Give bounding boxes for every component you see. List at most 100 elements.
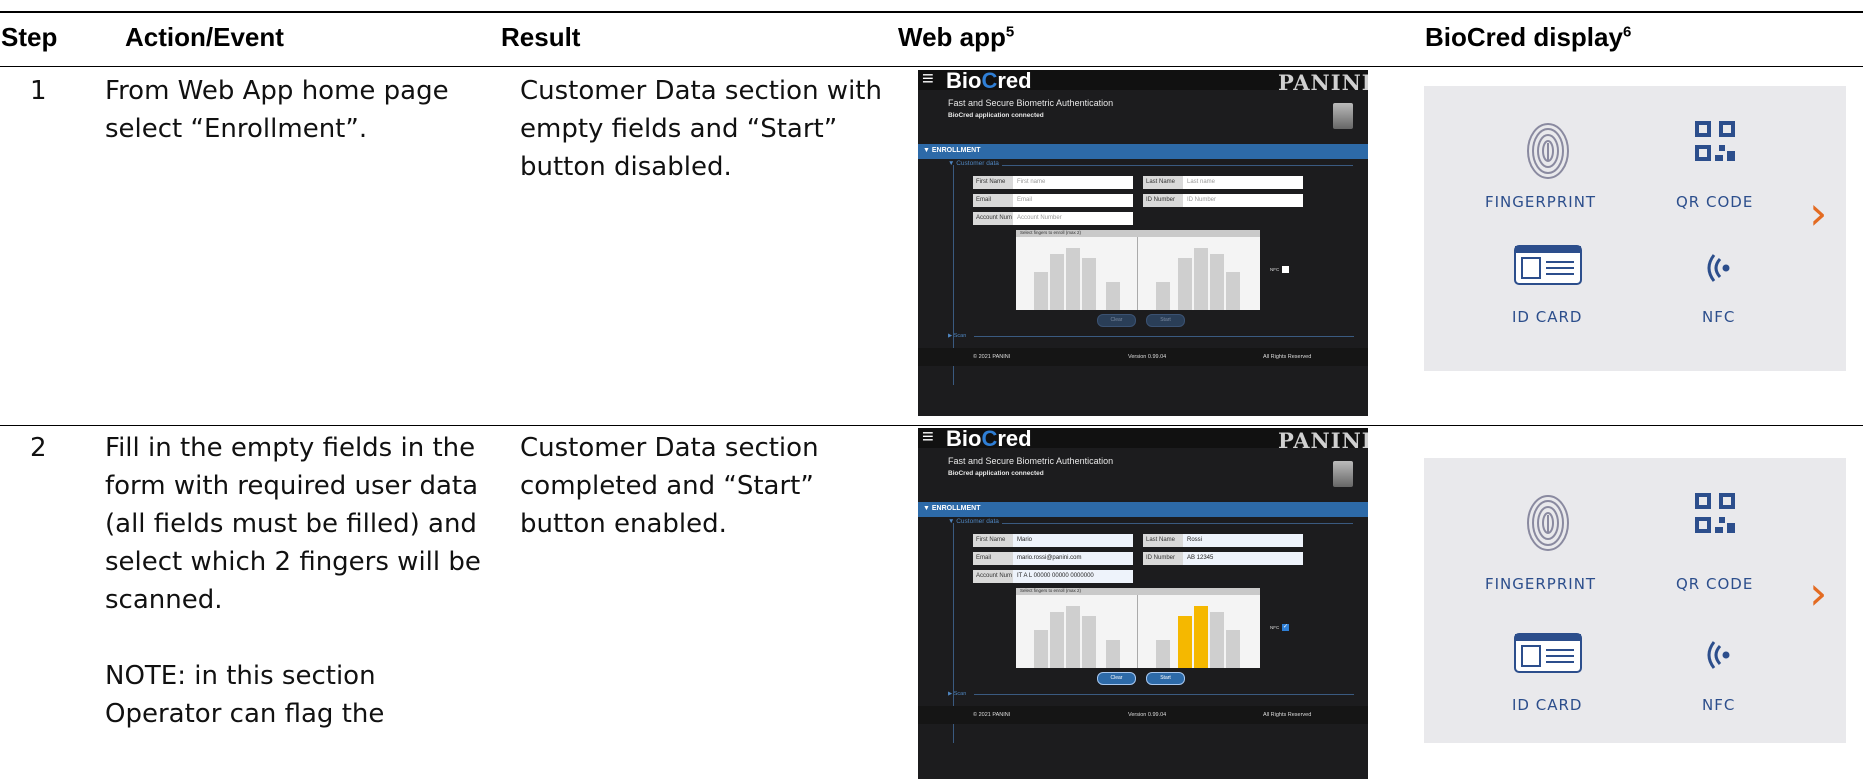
row1-result-line: empty fields and “Start” [520, 114, 838, 144]
header-display-label: BioCred display [1425, 22, 1623, 52]
header-webapp-label: Web app [898, 22, 1006, 52]
fingerprint-icon [1527, 123, 1569, 179]
field-value: IT A L 00000 00000 0000000 [1017, 573, 1094, 579]
field-label: First Name [973, 176, 1013, 189]
finger-bar [1034, 272, 1048, 310]
finger-bar [1156, 282, 1170, 310]
field-label: Email [973, 194, 1013, 207]
finger-bar [1210, 254, 1224, 310]
row2-action-line: form with required user data [105, 471, 479, 501]
account-number-field: Account Num Account Number [973, 212, 1133, 225]
finger-bar [1178, 258, 1192, 310]
email-field: Email Email [973, 194, 1133, 207]
field-value: Account Number [1017, 215, 1062, 221]
row1-action-line: select “Enrollment”. [105, 114, 368, 144]
webapp-footer: © 2021 PANINI Version 0.99.04 All Rights… [918, 706, 1368, 724]
brand-part: Bio [946, 70, 982, 93]
finger-bar [1156, 640, 1170, 668]
clear-button: Clear [1097, 314, 1136, 327]
hand-separator [1137, 595, 1138, 668]
nfc-checkbox-checked: ✓ [1282, 624, 1289, 631]
id-card-label: ID CARD [1512, 696, 1583, 714]
row1-action: From Web App home page select “Enrollmen… [105, 72, 449, 148]
row2-step: 2 [30, 433, 47, 463]
nfc-checkbox [1282, 266, 1289, 273]
biocred-logo: BioCred [946, 428, 1032, 452]
finger-bar [1082, 258, 1096, 310]
footer-rights: All Rights Reserved [1263, 712, 1312, 718]
connection-status: BioCred application connected [948, 112, 1044, 119]
webapp-screenshot-empty: ≡ BioCred PANINI Fast and Secure Biometr… [918, 70, 1368, 416]
field-value: Mario [1017, 537, 1033, 543]
row2-result-line: button enabled. [520, 509, 727, 539]
finger-bar [1050, 612, 1064, 668]
finger-bar [1066, 248, 1080, 310]
brand-part: Bio [946, 428, 982, 451]
section-rule [953, 523, 1353, 524]
first-name-field: First Name Mario [973, 534, 1133, 547]
finger-selector: Select fingers to enroll (max 2) [1016, 588, 1260, 668]
panini-logo: PANINI [1278, 428, 1368, 453]
row1-result-line: button disabled. [520, 152, 732, 182]
start-button: Start [1146, 672, 1185, 685]
row1-result: Customer Data section with empty fields … [520, 72, 882, 186]
finger-selector-label: Select fingers to enroll (max 2) [1016, 588, 1260, 595]
fingerprint-label: FINGERPRINT [1485, 575, 1597, 593]
panini-logo: PANINI [1278, 70, 1368, 95]
fingerprint-label: FINGERPRINT [1485, 193, 1597, 211]
email-field: Email mario.rossi@panini.com [973, 552, 1133, 565]
id-card-label: ID CARD [1512, 308, 1583, 326]
nfc-icon [1707, 641, 1730, 669]
row2-result-line: completed and “Start” [520, 471, 814, 501]
scan-section-label: ▶ Scan [948, 691, 967, 697]
header-step: Step [1, 22, 58, 52]
brand-part: C [981, 70, 998, 93]
row-divider [0, 425, 1863, 426]
footer-copyright: © 2021 PANINI [973, 712, 1011, 718]
last-name-field: Last Name Rossi [1143, 534, 1303, 547]
finger-bar-selected [1194, 606, 1208, 668]
finger-selector-label: Select fingers to enroll (max 2) [1016, 230, 1260, 237]
scanner-device-icon [1333, 103, 1353, 129]
row2-action-line: (all fields must be filled) and [105, 509, 477, 539]
finger-bar [1034, 630, 1048, 668]
chevron-right-icon[interactable]: › [1809, 186, 1827, 240]
id-number-field: ID Number ID Number [1143, 194, 1303, 207]
row2-action-line: scanned. [105, 585, 223, 615]
finger-selector: Select fingers to enroll (max 2) [1016, 230, 1260, 310]
field-value: ID Number [1187, 197, 1217, 203]
id-card-icon [1514, 245, 1582, 285]
brand-part: C [981, 428, 998, 451]
row2-action-line: Fill in the empty fields in the [105, 433, 476, 463]
row2-result: Customer Data section completed and “Sta… [520, 429, 819, 543]
footer-version: Version 0.99.04 [1128, 354, 1167, 360]
row2-action-line: NOTE: in this section [105, 661, 376, 691]
field-value: Email [1017, 197, 1033, 203]
nfc-display-label: NFC [1702, 308, 1736, 326]
finger-bar [1050, 254, 1064, 310]
footnote-6: 6 [1622, 23, 1632, 41]
finger-bar [1106, 640, 1120, 668]
field-label: Account Num [973, 212, 1013, 225]
row1-action-line: From Web App home page [105, 76, 449, 106]
webapp-subtitle: Fast and Secure Biometric Authentication [948, 456, 1114, 466]
row2-action: Fill in the empty fields in the form wit… [105, 429, 481, 733]
webapp-footer: © 2021 PANINI Version 0.99.04 All Rights… [918, 348, 1368, 366]
biocred-display-2: FINGERPRINT QR CODE ID CARD NFC › [1424, 458, 1846, 743]
fingerprint-icon [1527, 495, 1569, 551]
connection-status: BioCred application connected [948, 470, 1044, 477]
field-label: Last Name [1143, 176, 1183, 189]
account-number-field: Account Num IT A L 00000 00000 0000000 [973, 570, 1133, 583]
webapp-screenshot-filled: ≡ BioCred PANINI Fast and Secure Biometr… [918, 428, 1368, 779]
id-card-icon [1514, 633, 1582, 673]
start-button: Start [1146, 314, 1185, 327]
enrollment-bar-label: ▼ ENROLLMENT [923, 505, 981, 512]
field-value: AB 12345 [1187, 555, 1214, 561]
row2-result-line: Customer Data section [520, 433, 819, 463]
biocred-display-1: FINGERPRINT QR CODE ID CARD NFC › [1424, 86, 1846, 371]
brand-part: red [997, 70, 1032, 93]
chevron-right-icon[interactable]: › [1809, 566, 1827, 620]
last-name-field: Last Name Last name [1143, 176, 1303, 189]
finger-bar [1226, 272, 1240, 310]
footer-copyright: © 2021 PANINI [973, 354, 1011, 360]
